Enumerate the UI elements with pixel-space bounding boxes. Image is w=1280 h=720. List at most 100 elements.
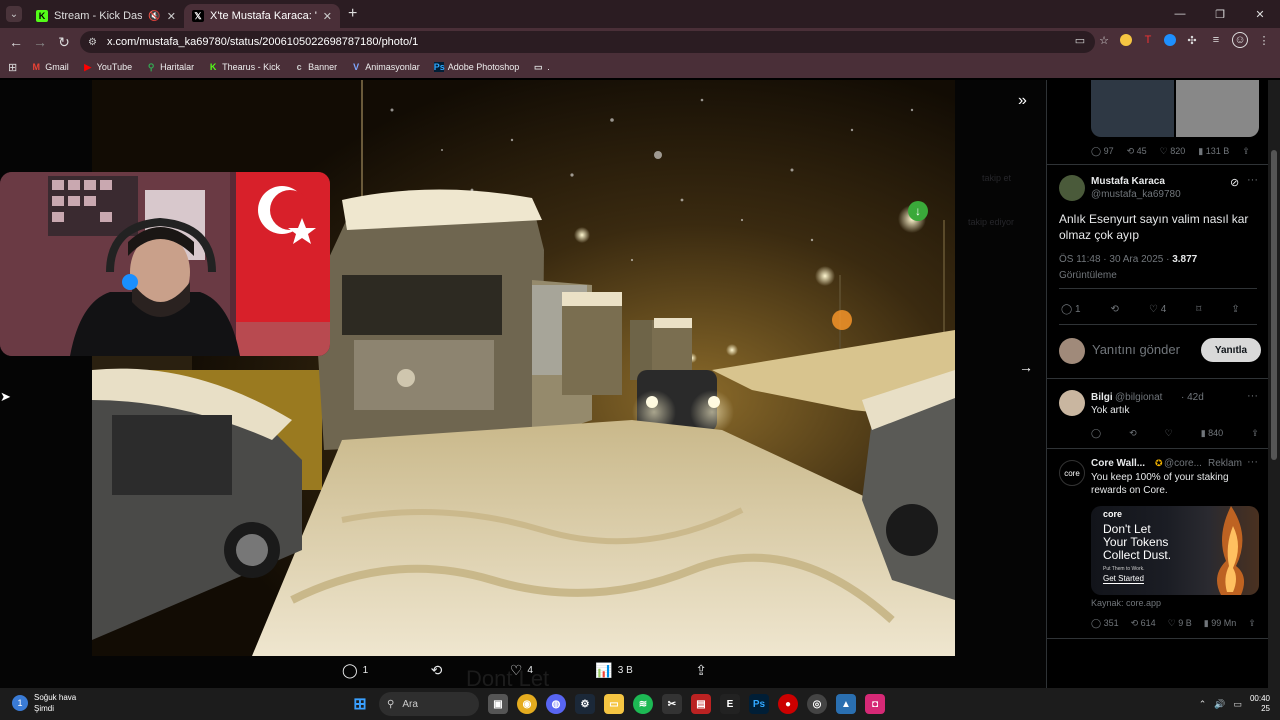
ad-author-handle[interactable]: @core... (1164, 458, 1202, 469)
battery-icon[interactable]: ▭ (1233, 699, 1242, 710)
view-count[interactable]: ▮ 840 (1201, 428, 1223, 439)
spotify-icon[interactable]: ≋ (633, 694, 653, 714)
like-action[interactable]: ♡ 4 (510, 662, 533, 679)
tab-x-post[interactable]: 𝕏 X'te Mustafa Karaca: "@bosuna ✕ (184, 4, 340, 28)
panel-scrollbar[interactable] (1268, 80, 1280, 688)
app-icon[interactable]: ▤ (691, 694, 711, 714)
extension-icon[interactable] (1120, 34, 1132, 46)
reply-author-name[interactable]: Bilgi (1091, 392, 1113, 403)
epic-games-icon[interactable]: E (720, 694, 740, 714)
taskbar-search[interactable]: ⚲ Ara (379, 692, 479, 716)
bookmark-photoshop[interactable]: Ps Adobe Photoshop (433, 62, 519, 72)
view-count[interactable]: ▮ 99 Mn (1204, 618, 1236, 629)
capcut-icon[interactable]: ✂ (662, 694, 682, 714)
reply-count[interactable]: ◯ 351 (1091, 618, 1119, 629)
task-view-icon[interactable]: ▣ (488, 694, 508, 714)
next-photo-arrow-icon[interactable]: → (1019, 359, 1033, 375)
share-action[interactable]: ⇪ (695, 662, 707, 679)
reply-icon[interactable]: ◯ (1091, 428, 1101, 439)
bookmark-folder[interactable]: ▭. (533, 62, 550, 73)
reload-icon[interactable]: ↻ (52, 34, 76, 51)
share-icon[interactable]: ⇪ (1251, 428, 1259, 439)
more-options-icon[interactable]: ··· (1247, 174, 1258, 186)
grok-icon[interactable]: ⊘ (1230, 176, 1239, 189)
bookmark-maps[interactable]: ⚲ Haritalar (146, 62, 194, 73)
tray-overflow-icon[interactable]: ⌃ (1199, 699, 1207, 710)
cast-icon[interactable]: ▭ (1072, 32, 1088, 48)
like-count[interactable]: ♡ 820 (1160, 146, 1186, 157)
ad-cta-button[interactable]: Get Started (1103, 574, 1144, 584)
tab-kick-dashboard[interactable]: K Stream - Kick Dashboard 🔇 ✕ (28, 4, 184, 28)
obs-icon[interactable]: ● (778, 694, 798, 714)
like-count[interactable]: ♡ 9 B (1168, 618, 1192, 629)
window-close-icon[interactable]: ✕ (1240, 0, 1280, 28)
repost-icon[interactable]: ⟲ (1129, 428, 1137, 439)
share-button[interactable]: ⇪ (1231, 304, 1239, 315)
repost-button[interactable]: ⟲ (1111, 304, 1119, 315)
more-options-icon[interactable]: ··· (1247, 390, 1258, 402)
address-bar[interactable]: ⚙ x.com/mustafa_ka69780/status/200610502… (80, 31, 1095, 53)
download-extension-icon[interactable]: ↓ (908, 201, 928, 221)
avatar[interactable] (1059, 390, 1085, 416)
close-icon[interactable]: ✕ (167, 10, 176, 23)
reply-author-handle[interactable]: @bilgionat (1115, 392, 1162, 403)
windows-start-icon[interactable]: ⊞ (350, 694, 370, 714)
new-tab-button[interactable]: + (348, 5, 357, 23)
repost-action[interactable]: ⟲ (431, 662, 448, 679)
views-action[interactable]: 📊 3 B (595, 662, 632, 679)
apps-grid-icon[interactable]: ⊞ (8, 61, 17, 74)
share-icon[interactable]: ⇪ (1248, 618, 1256, 629)
bookmark-animations[interactable]: V Animasyonlar (351, 62, 420, 72)
extensions-puzzle-icon[interactable]: ✣ (1184, 32, 1200, 48)
back-icon[interactable]: ← (4, 34, 28, 50)
tweet-timestamp[interactable]: ÖS 11:48 · 30 Ara 2025 · (1059, 254, 1172, 265)
minimize-icon[interactable]: — (1160, 0, 1200, 28)
tab-search-icon[interactable]: ⌄ (6, 6, 22, 22)
extension-icon[interactable] (1164, 34, 1176, 46)
repost-count[interactable]: ⟲ 45 (1127, 146, 1147, 157)
ad-author-name[interactable]: Core Wall... (1091, 458, 1145, 469)
discord-icon[interactable]: ◍ (546, 694, 566, 714)
reply-button[interactable]: ◯ 1 (1061, 304, 1081, 315)
bookmark-youtube[interactable]: ▶ YouTube (83, 62, 132, 73)
reply-action[interactable]: ◯ 1 (342, 662, 368, 679)
reply-submit-button[interactable]: Yanıtla (1201, 338, 1261, 362)
reading-list-icon[interactable]: ≡ (1208, 32, 1224, 48)
clock[interactable]: 00:40 25 (1250, 694, 1270, 714)
avatar[interactable]: core (1059, 460, 1085, 486)
profile-avatar-icon[interactable]: ☺ (1232, 32, 1248, 48)
file-explorer-icon[interactable]: ▭ (604, 694, 624, 714)
bookmark-button[interactable]: ⌑ (1196, 304, 1201, 315)
photoshop-icon[interactable]: Ps (749, 694, 769, 714)
muted-icon[interactable]: 🔇 (148, 11, 160, 22)
reply-count[interactable]: ◯ 97 (1091, 146, 1114, 157)
scrollbar-thumb[interactable] (1271, 150, 1277, 460)
weather-widget[interactable]: 1 Soğuk hava Şimdi (12, 692, 76, 714)
share-icon[interactable]: ⇪ (1242, 146, 1250, 157)
collapse-sidebar-icon[interactable]: » (1018, 92, 1027, 110)
chrome-icon[interactable]: ◉ (517, 694, 537, 714)
volume-icon[interactable]: 🔊 (1214, 699, 1225, 710)
heart-icon[interactable]: ♡ (1165, 428, 1173, 439)
previous-tweet-image[interactable] (1091, 80, 1259, 137)
site-info-icon[interactable]: ⚙ (88, 37, 97, 48)
maximize-icon[interactable]: ❐ (1200, 0, 1240, 28)
author-handle[interactable]: @mustafa_ka69780 (1091, 189, 1181, 200)
bookmark-banner[interactable]: c Banner (294, 62, 338, 72)
view-count[interactable]: ▮ 131 B (1198, 146, 1229, 157)
photos-icon[interactable]: ▲ (836, 694, 856, 714)
instagram-icon[interactable]: ◘ (865, 694, 885, 714)
author-name[interactable]: Mustafa Karaca (1091, 176, 1165, 187)
avatar[interactable] (1059, 175, 1085, 201)
steam-icon[interactable]: ⚙ (575, 694, 595, 714)
repost-count[interactable]: ⟲ 614 (1131, 618, 1156, 629)
more-options-icon[interactable]: ··· (1247, 456, 1258, 468)
bookmark-kick[interactable]: K Thearus - Kick (208, 62, 280, 72)
forward-icon[interactable]: → (28, 34, 52, 50)
app-icon[interactable]: ◎ (807, 694, 827, 714)
ad-source[interactable]: Kaynak: core.app (1091, 598, 1161, 608)
ad-card[interactable]: core Don't Let Your Tokens Collect Dust.… (1091, 506, 1259, 595)
bookmark-star-icon[interactable]: ☆ (1096, 32, 1112, 48)
extension-icon[interactable]: T (1140, 32, 1156, 48)
more-menu-icon[interactable]: ⋮ (1256, 32, 1272, 48)
